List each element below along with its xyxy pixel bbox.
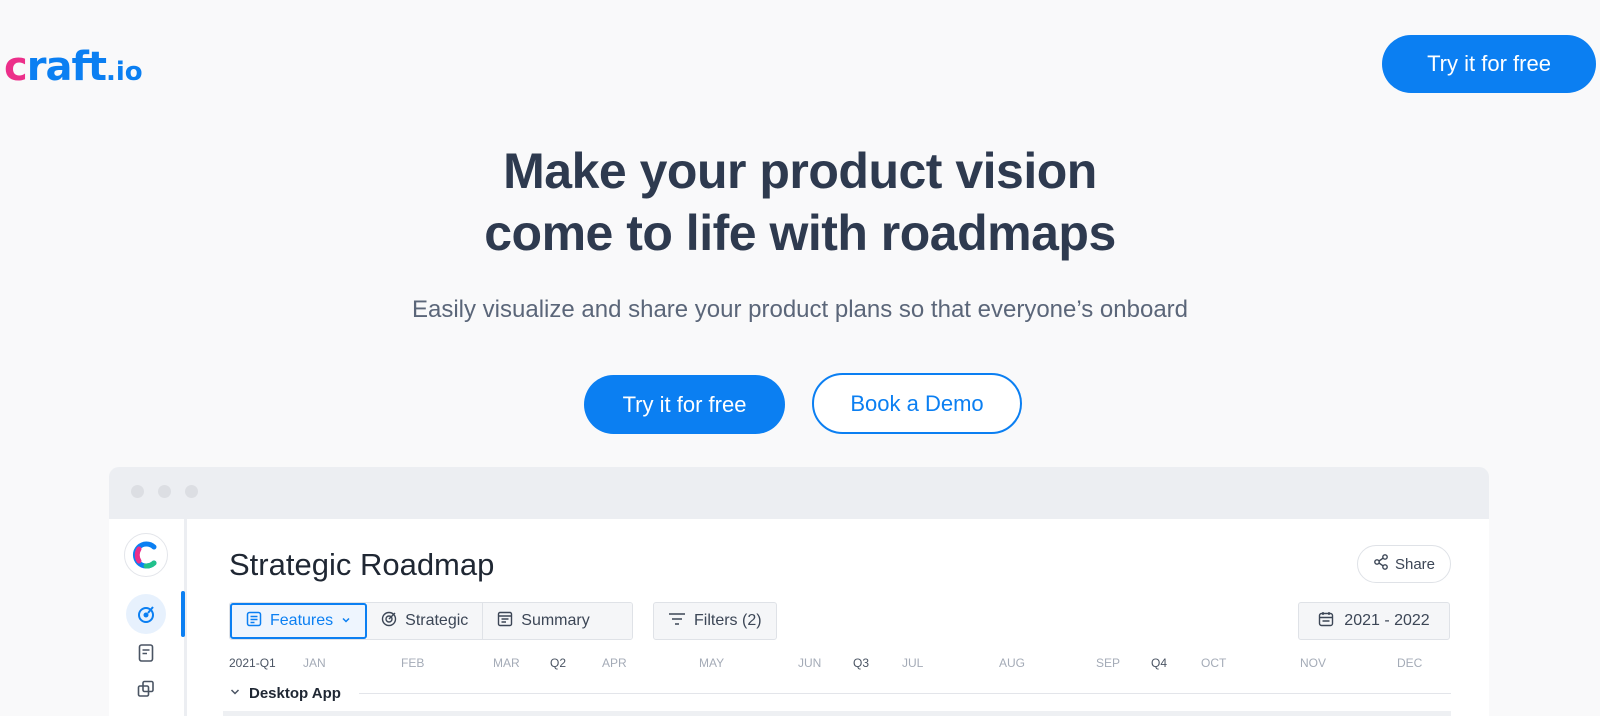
calendar-icon [1318, 611, 1334, 632]
chevron-down-icon [229, 685, 241, 702]
filters-label: Filters (2) [694, 612, 762, 629]
window-dot [185, 485, 198, 498]
hero-try-free-button[interactable]: Try it for free [584, 375, 785, 434]
filter-icon [668, 612, 686, 631]
timeline-label: MAR [493, 656, 520, 670]
date-range-picker[interactable]: 2021 - 2022 [1298, 602, 1450, 640]
timeline-label: JUL [902, 656, 924, 670]
view-tabs: Features Strategic Summary [229, 602, 633, 640]
timeline-label: Q3 [853, 656, 870, 670]
tab-features-label: Features [270, 612, 334, 629]
group-row-desktop-app[interactable]: Desktop App [229, 681, 1451, 705]
window-dot [131, 485, 144, 498]
roadmap-title: Strategic Roadmap [229, 547, 495, 582]
tab-summary[interactable]: Summary [483, 603, 632, 639]
timeline-label: 2021-Q1 [229, 656, 276, 670]
timeline-label: DEC [1397, 656, 1423, 670]
logo-dot: . [105, 57, 116, 87]
timeline-label: OCT [1201, 656, 1227, 670]
hero-headline-line1: Make your product vision [503, 143, 1097, 199]
window-dot [158, 485, 171, 498]
document-nav-icon[interactable] [126, 633, 166, 673]
share-icon [1373, 554, 1389, 574]
timeline-label: Q2 [550, 656, 567, 670]
book-demo-button[interactable]: Book a Demo [812, 373, 1022, 434]
craft-logo[interactable]: c raft .io [4, 44, 143, 90]
hero-headline-line2: come to life with roadmaps [484, 205, 1116, 261]
active-nav-indicator [181, 591, 185, 637]
logo-text: raft [26, 44, 107, 90]
chevron-down-icon [341, 612, 351, 630]
date-range-label: 2021 - 2022 [1344, 612, 1430, 629]
window-dots [131, 485, 198, 498]
target-icon [381, 611, 397, 632]
timeline-label: APR [602, 656, 627, 670]
roadmap-nav-icon[interactable] [126, 594, 166, 634]
timeline-header: 2021-Q1 JAN FEB MAR Q2 APR MAY JUN Q3 JU… [229, 656, 1459, 672]
nav-try-free-button[interactable]: Try it for free [1382, 35, 1596, 93]
group-divider [358, 692, 1451, 694]
tab-strategic-label: Strategic [405, 612, 469, 629]
summary-icon [497, 611, 513, 632]
product-mockup-window: Strategic Roadmap Share Features Strateg… [109, 467, 1489, 716]
tab-strategic[interactable]: Strategic [367, 603, 484, 639]
timeline-label: Q4 [1151, 656, 1168, 670]
tab-features[interactable]: Features [230, 603, 368, 639]
document-icon [246, 611, 262, 632]
timeline-label: JUN [798, 656, 822, 670]
timeline-label: MAY [699, 656, 725, 670]
share-label: Share [1394, 555, 1436, 573]
logo-c: c [4, 44, 28, 90]
timeline-label: AUG [999, 656, 1026, 670]
mockup-main-panel: Strategic Roadmap Share Features Strateg… [187, 519, 1489, 716]
logo-io: io [115, 57, 143, 87]
app-logo-icon [124, 533, 168, 577]
timeline-label: FEB [401, 656, 425, 670]
timeline-label: JAN [303, 656, 326, 670]
filters-button[interactable]: Filters (2) [653, 602, 777, 640]
timeline-label: NOV [1300, 656, 1327, 670]
mockup-sidebar [109, 519, 185, 716]
group-label: Desktop App [249, 684, 341, 702]
roadmap-row [223, 711, 1451, 716]
share-button[interactable]: Share [1357, 545, 1451, 583]
hero-subtitle: Easily visualize and share your product … [411, 296, 1188, 323]
layers-nav-icon[interactable] [126, 669, 166, 709]
timeline-label: SEP [1096, 656, 1121, 670]
hero-headline: Make your product vision come to life wi… [0, 140, 1600, 264]
tab-summary-label: Summary [521, 612, 590, 629]
